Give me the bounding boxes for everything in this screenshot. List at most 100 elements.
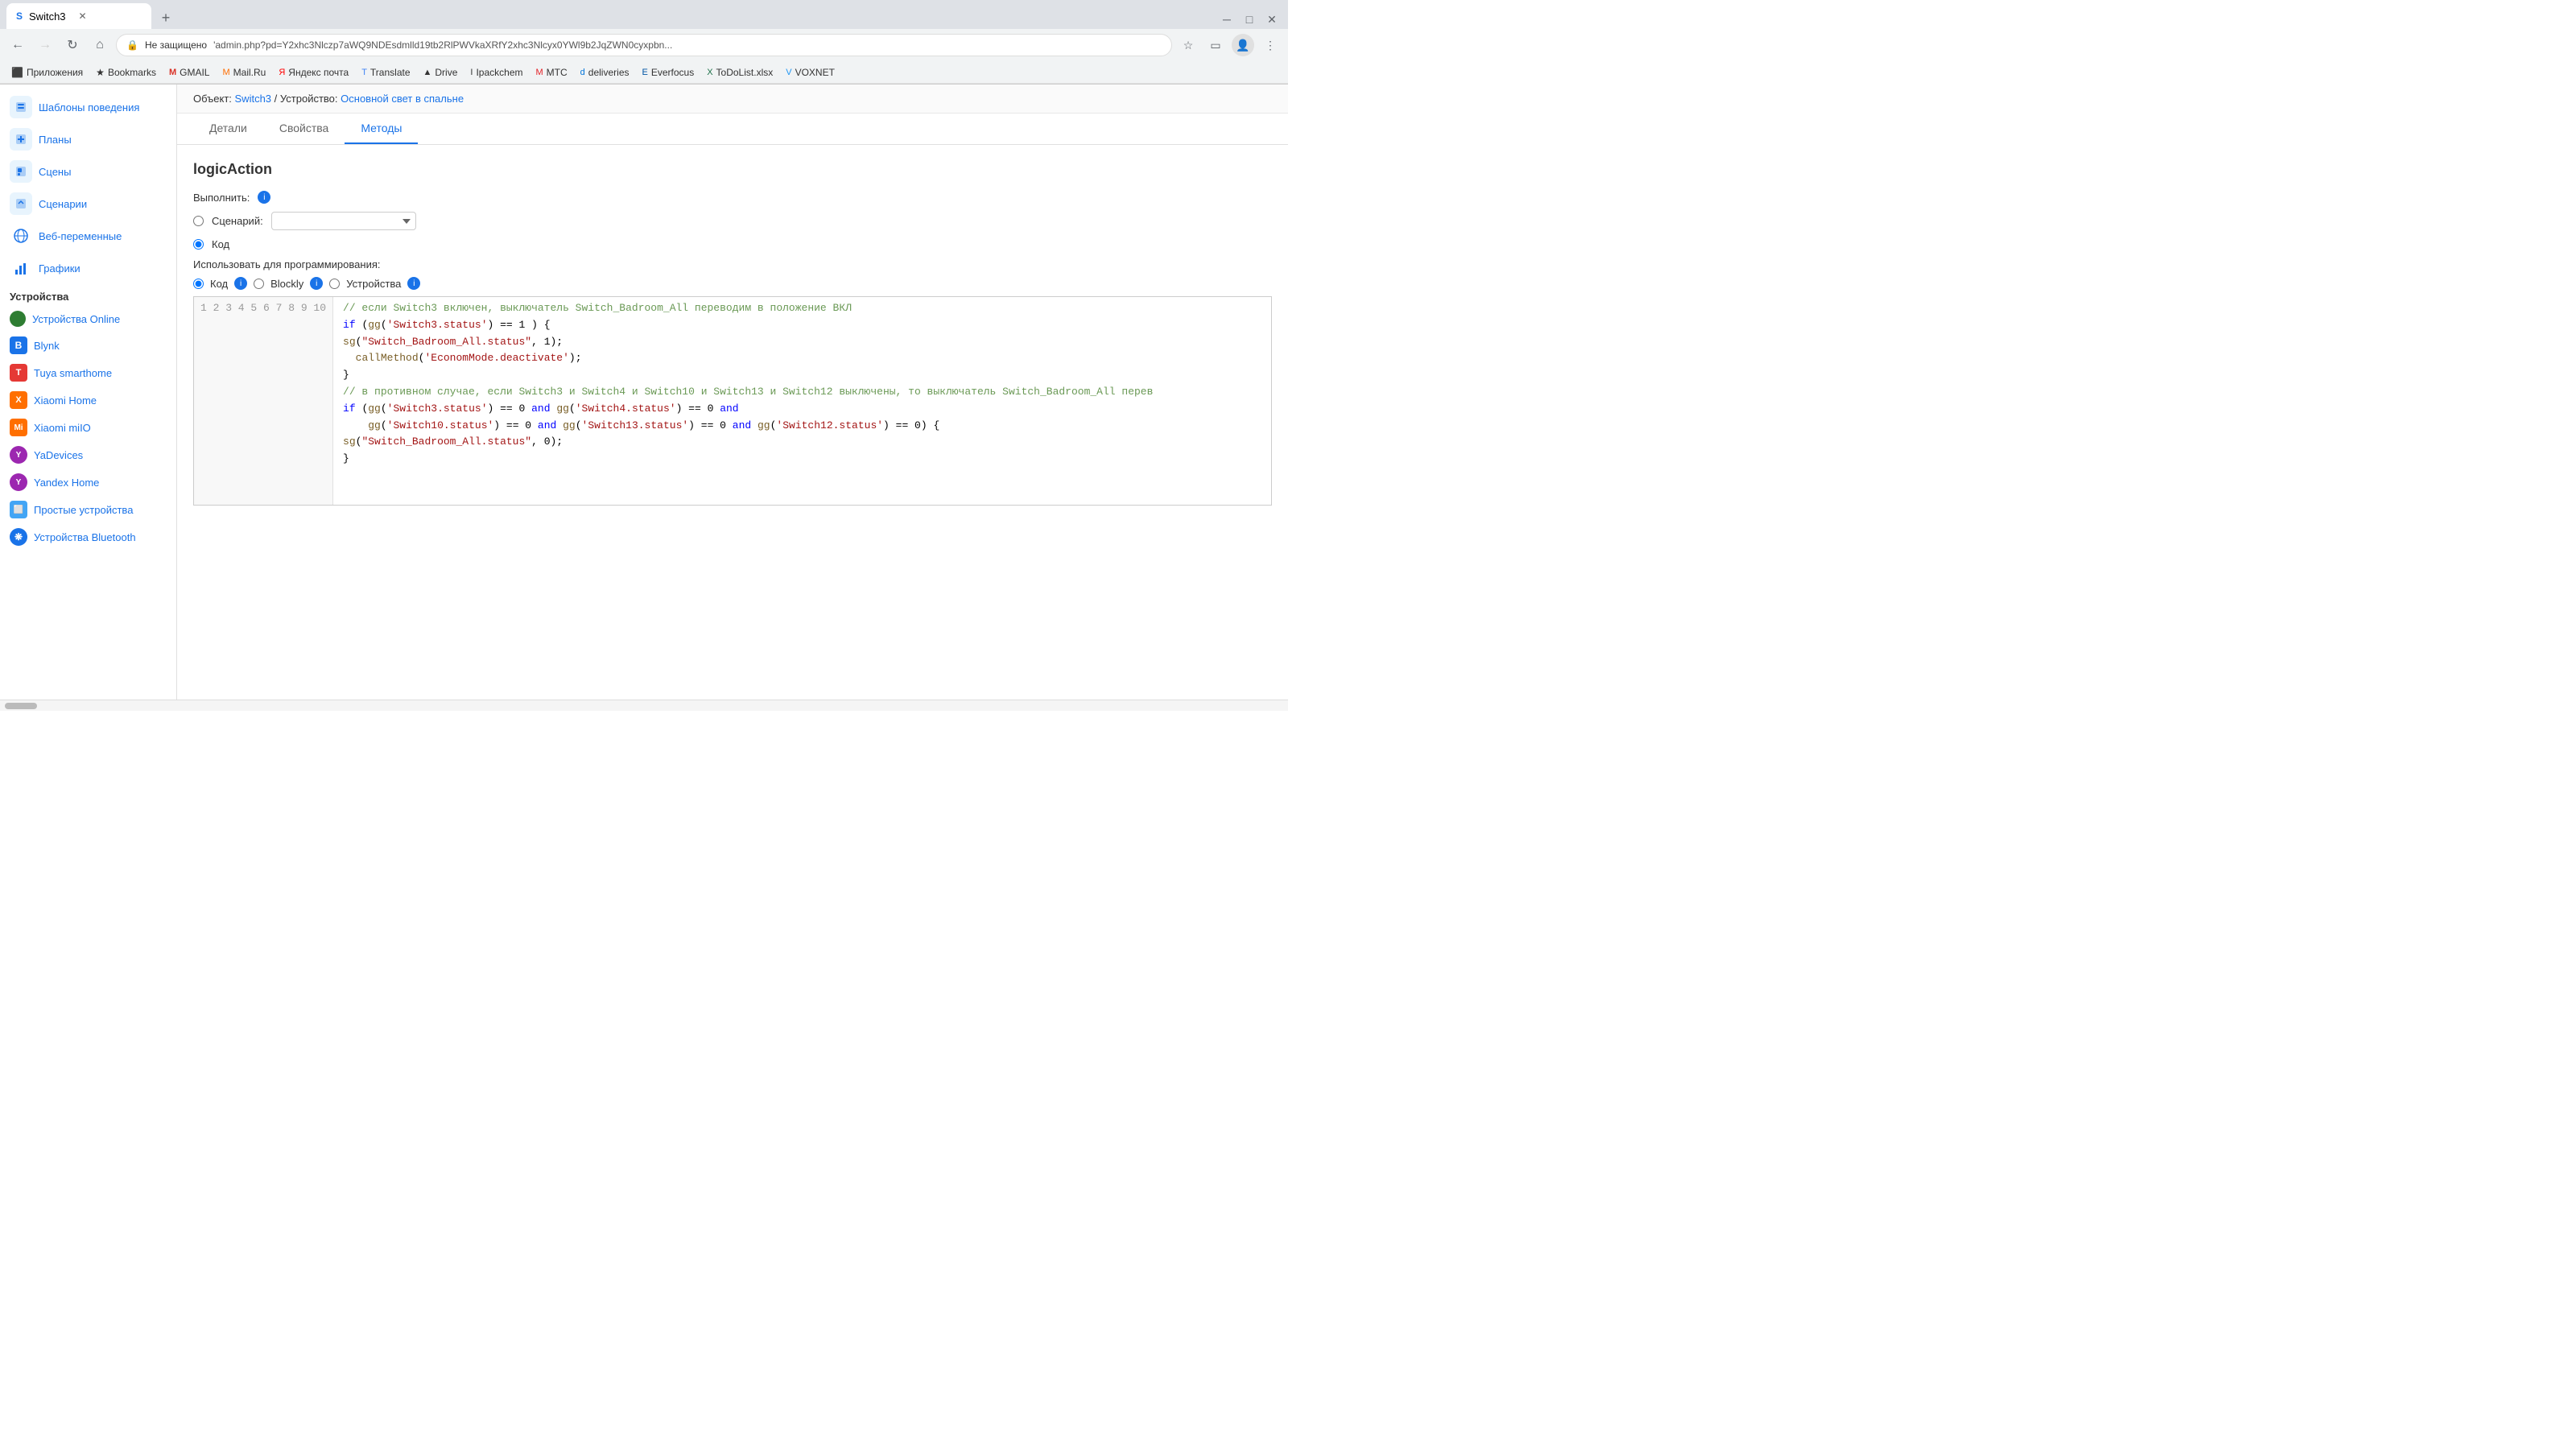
horizontal-scrollbar[interactable] [0, 700, 1288, 711]
cast-icon[interactable]: ▭ [1204, 34, 1227, 56]
sidebar-item-simple-devices[interactable]: ⬜ Простые устройства [0, 496, 176, 523]
prog-blockly-label: Blockly [270, 278, 303, 290]
scenario-select[interactable] [271, 212, 416, 230]
yadevices-icon: Y [10, 446, 27, 464]
security-icon: 🔒 [126, 39, 138, 51]
xiaomi-miio-icon: Mi [10, 419, 27, 436]
sidebar-item-scenarios[interactable]: Сценарии [0, 188, 176, 220]
prog-code-radio[interactable] [193, 279, 204, 289]
scenario-radio[interactable] [193, 216, 204, 226]
sidebar-item-templates[interactable]: Шаблоны поведения [0, 91, 176, 123]
star-icon: ★ [96, 67, 105, 78]
prog-blockly-info-icon[interactable]: i [310, 277, 323, 290]
sidebar-label-simple-devices: Простые устройства [34, 504, 133, 516]
sidebar-label-templates: Шаблоны поведения [39, 101, 139, 114]
sidebar-label-blynk: Blynk [34, 340, 60, 352]
bookmark-drive[interactable]: ▲ Drive [419, 65, 463, 80]
sidebar-item-bluetooth[interactable]: ❋ Устройства Bluetooth [0, 523, 176, 551]
sidebar-item-webvars[interactable]: Веб-переменные [0, 220, 176, 252]
refresh-button[interactable]: ↻ [61, 34, 84, 56]
code-content[interactable]: // если Switch3 включен, выключатель Swi… [333, 297, 1271, 505]
devices-online-icon [10, 311, 26, 327]
mts-icon: M [536, 68, 543, 77]
execute-row: Выполнить: i [193, 191, 1272, 204]
profile-icon[interactable]: 👤 [1232, 34, 1254, 56]
tab-details[interactable]: Детали [193, 114, 263, 144]
sidebar-item-tuya[interactable]: T Tuya smarthome [0, 359, 176, 386]
main-content: Объект: Switch3 / Устройство: Основной с… [177, 85, 1288, 700]
maximize-button[interactable]: □ [1240, 10, 1259, 29]
apps-icon: ⬛ [11, 67, 23, 78]
scenes-icon [10, 160, 32, 183]
sidebar-item-graphs[interactable]: Графики [0, 252, 176, 284]
breadcrumb-prefix: Объект: [193, 93, 232, 105]
bookmark-bookmarks[interactable]: ★ Bookmarks [91, 65, 161, 80]
ipackchem-icon: I [470, 68, 473, 77]
code-radio[interactable] [193, 239, 204, 250]
bookmark-todolist[interactable]: X ToDoList.xlsx [702, 65, 778, 80]
back-button[interactable]: ← [6, 34, 29, 56]
sidebar-item-yandex-home[interactable]: Y Yandex Home [0, 469, 176, 496]
prog-code-label: Код [210, 278, 228, 290]
bookmark-deliveries[interactable]: d deliveries [576, 65, 634, 80]
bookmark-mailru[interactable]: M Mail.Ru [217, 65, 270, 80]
breadcrumb-object-link[interactable]: Switch3 [235, 93, 272, 105]
sidebar-label-bluetooth: Устройства Bluetooth [34, 531, 136, 543]
active-tab[interactable]: S Switch3 ✕ [6, 3, 151, 29]
bookmark-mts[interactable]: M МТС [531, 65, 572, 80]
use-programming-label: Использовать для программирования: [193, 258, 380, 270]
voxnet-icon: V [786, 68, 791, 77]
sidebar: Шаблоны поведения Планы Сцены Сценарии [0, 85, 177, 700]
sidebar-item-blynk[interactable]: B Blynk [0, 332, 176, 359]
home-button[interactable]: ⌂ [89, 34, 111, 56]
close-button[interactable]: ✕ [1262, 10, 1282, 29]
bookmark-translate[interactable]: T Translate [357, 65, 415, 80]
scenario-label: Сценарий: [212, 215, 263, 227]
breadcrumb-separator: / Устройство: [275, 93, 338, 105]
tab-methods[interactable]: Методы [345, 114, 418, 144]
scenario-row: Сценарий: [193, 212, 1272, 230]
sidebar-label-yandex-home: Yandex Home [34, 477, 99, 489]
sidebar-label-devices-online: Устройства Online [32, 313, 120, 325]
address-bar[interactable]: 🔒 Не защищено 'admin.php?pd=Y2xhc3Nlczp7… [116, 34, 1172, 56]
sidebar-label-webvars: Веб-переменные [39, 230, 122, 242]
sidebar-label-graphs: Графики [39, 262, 80, 275]
bookmark-ipackchem[interactable]: I Ipackchem [465, 65, 527, 80]
sidebar-item-devices-online[interactable]: Устройства Online [0, 306, 176, 332]
sidebar-label-xiaomi-miio: Xiaomi miIO [34, 422, 91, 434]
sidebar-item-plans[interactable]: Планы [0, 123, 176, 155]
programming-options-row: Код i Blockly i Устройства i [193, 277, 1272, 290]
prog-devices-radio[interactable] [329, 279, 340, 289]
execute-info-icon[interactable]: i [258, 191, 270, 204]
menu-icon[interactable]: ⋮ [1259, 34, 1282, 56]
sidebar-item-scenes[interactable]: Сцены [0, 155, 176, 188]
tab-close-icon[interactable]: ✕ [79, 10, 87, 22]
translate-icon: T [361, 68, 367, 77]
prog-devices-info-icon[interactable]: i [407, 277, 420, 290]
forward-button[interactable]: → [34, 34, 56, 56]
prog-devices-label: Устройства [346, 278, 401, 290]
use-for-programming-row: Использовать для программирования: [193, 258, 1272, 270]
bookmark-apps[interactable]: ⬛ Приложения [6, 65, 88, 80]
sidebar-item-xiaomi-miio[interactable]: Mi Xiaomi miIO [0, 414, 176, 441]
url-label: Не защищено [145, 39, 207, 51]
bookmark-everfocus[interactable]: E Everfocus [638, 65, 700, 80]
bookmark-gmail[interactable]: M GMAIL [164, 65, 215, 80]
bookmark-voxnet[interactable]: V VOXNET [781, 65, 840, 80]
tab-properties[interactable]: Свойства [263, 114, 345, 144]
bookmark-star-icon[interactable]: ☆ [1177, 34, 1199, 56]
prog-code-info-icon[interactable]: i [234, 277, 247, 290]
webvars-icon [10, 225, 32, 247]
yandex-mail-icon: Я [279, 68, 285, 77]
prog-blockly-radio[interactable] [254, 279, 264, 289]
minimize-button[interactable]: ─ [1217, 10, 1236, 29]
sidebar-label-scenes: Сцены [39, 166, 71, 178]
scrollbar-thumb[interactable] [5, 703, 37, 709]
bookmark-yandex-mail[interactable]: Я Яндекс почта [274, 65, 353, 80]
new-tab-button[interactable]: + [155, 6, 177, 29]
sidebar-item-xiaomi-home[interactable]: X Xiaomi Home [0, 386, 176, 414]
code-editor[interactable]: 1 2 3 4 5 6 7 8 9 10 // если Switch3 вкл… [193, 296, 1272, 506]
breadcrumb-device-link[interactable]: Основной свет в спальне [341, 93, 464, 105]
sidebar-item-yadevices[interactable]: Y YaDevices [0, 441, 176, 469]
everfocus-icon: E [642, 68, 648, 77]
